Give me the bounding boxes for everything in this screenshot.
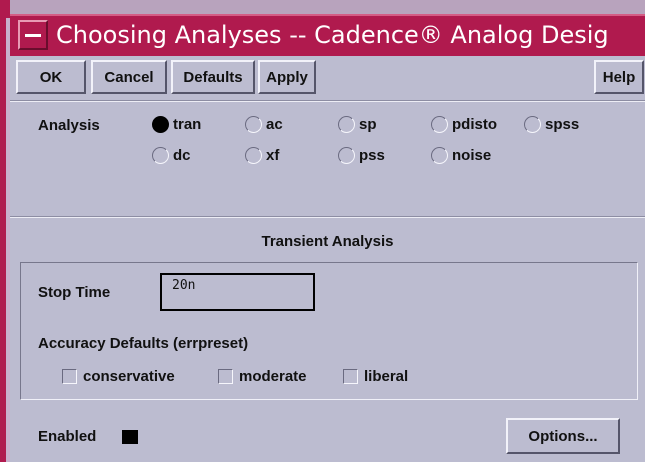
radio-noise[interactable]: noise xyxy=(431,147,491,164)
radio-label: ac xyxy=(266,116,283,133)
radio-sp[interactable]: sp xyxy=(338,116,377,133)
ok-button[interactable]: OK xyxy=(16,60,86,94)
checkbox-moderate[interactable]: moderate xyxy=(218,368,307,385)
dialog-body: OK Cancel Defaults Apply Help Analysis t… xyxy=(10,56,645,462)
radio-pss[interactable]: pss xyxy=(338,147,385,164)
radio-indicator xyxy=(431,147,448,164)
radio-indicator xyxy=(245,147,262,164)
stop-time-label: Stop Time xyxy=(38,284,111,301)
radio-label: tran xyxy=(173,116,202,133)
enabled-label: Enabled xyxy=(38,428,97,445)
radio-label: pss xyxy=(359,147,385,164)
section-title: Transient Analysis xyxy=(261,233,394,250)
radio-pdisto[interactable]: pdisto xyxy=(431,116,497,133)
checkbox-label: moderate xyxy=(239,368,307,385)
radio-spss[interactable]: spss xyxy=(524,116,579,133)
checkbox-indicator xyxy=(343,369,358,384)
checkbox-label: conservative xyxy=(83,368,175,385)
title-bar[interactable]: Choosing Analyses -- Cadence® Analog Des… xyxy=(10,14,645,56)
stop-time-field[interactable]: 20n xyxy=(160,273,315,311)
checkbox-indicator xyxy=(62,369,77,384)
radio-indicator xyxy=(431,116,448,133)
radio-selected-indicator xyxy=(152,116,169,133)
window-menu-icon[interactable] xyxy=(18,20,48,50)
accuracy-label: Accuracy Defaults (errpreset) xyxy=(38,335,249,352)
cancel-button[interactable]: Cancel xyxy=(91,60,167,94)
radio-dc[interactable]: dc xyxy=(152,147,191,164)
enabled-toggle[interactable] xyxy=(122,430,138,444)
radio-indicator xyxy=(338,147,355,164)
radio-label: pdisto xyxy=(452,116,497,133)
checkbox-conservative[interactable]: conservative xyxy=(62,368,175,385)
apply-button[interactable]: Apply xyxy=(258,60,316,94)
window-border xyxy=(0,0,10,462)
help-button[interactable]: Help xyxy=(594,60,644,94)
radio-indicator xyxy=(338,116,355,133)
window-title: Choosing Analyses -- Cadence® Analog Des… xyxy=(56,21,609,49)
checkbox-liberal[interactable]: liberal xyxy=(343,368,408,385)
radio-label: sp xyxy=(359,116,377,133)
radio-indicator xyxy=(245,116,262,133)
toolbar: OK Cancel Defaults Apply Help xyxy=(16,60,644,96)
radio-label: spss xyxy=(545,116,580,133)
radio-xf[interactable]: xf xyxy=(245,147,279,164)
radio-ac[interactable]: ac xyxy=(245,116,283,133)
analysis-label: Analysis xyxy=(38,117,100,134)
divider xyxy=(10,216,645,218)
divider xyxy=(10,100,645,102)
radio-label: noise xyxy=(452,147,492,164)
checkbox-indicator xyxy=(218,369,233,384)
defaults-button[interactable]: Defaults xyxy=(171,60,255,94)
radio-indicator xyxy=(152,147,169,164)
checkbox-label: liberal xyxy=(364,368,409,385)
options-button[interactable]: Options... xyxy=(506,418,620,454)
radio-label: xf xyxy=(266,147,280,164)
radio-indicator xyxy=(524,116,541,133)
radio-tran[interactable]: tran xyxy=(152,116,201,133)
radio-label: dc xyxy=(173,147,191,164)
